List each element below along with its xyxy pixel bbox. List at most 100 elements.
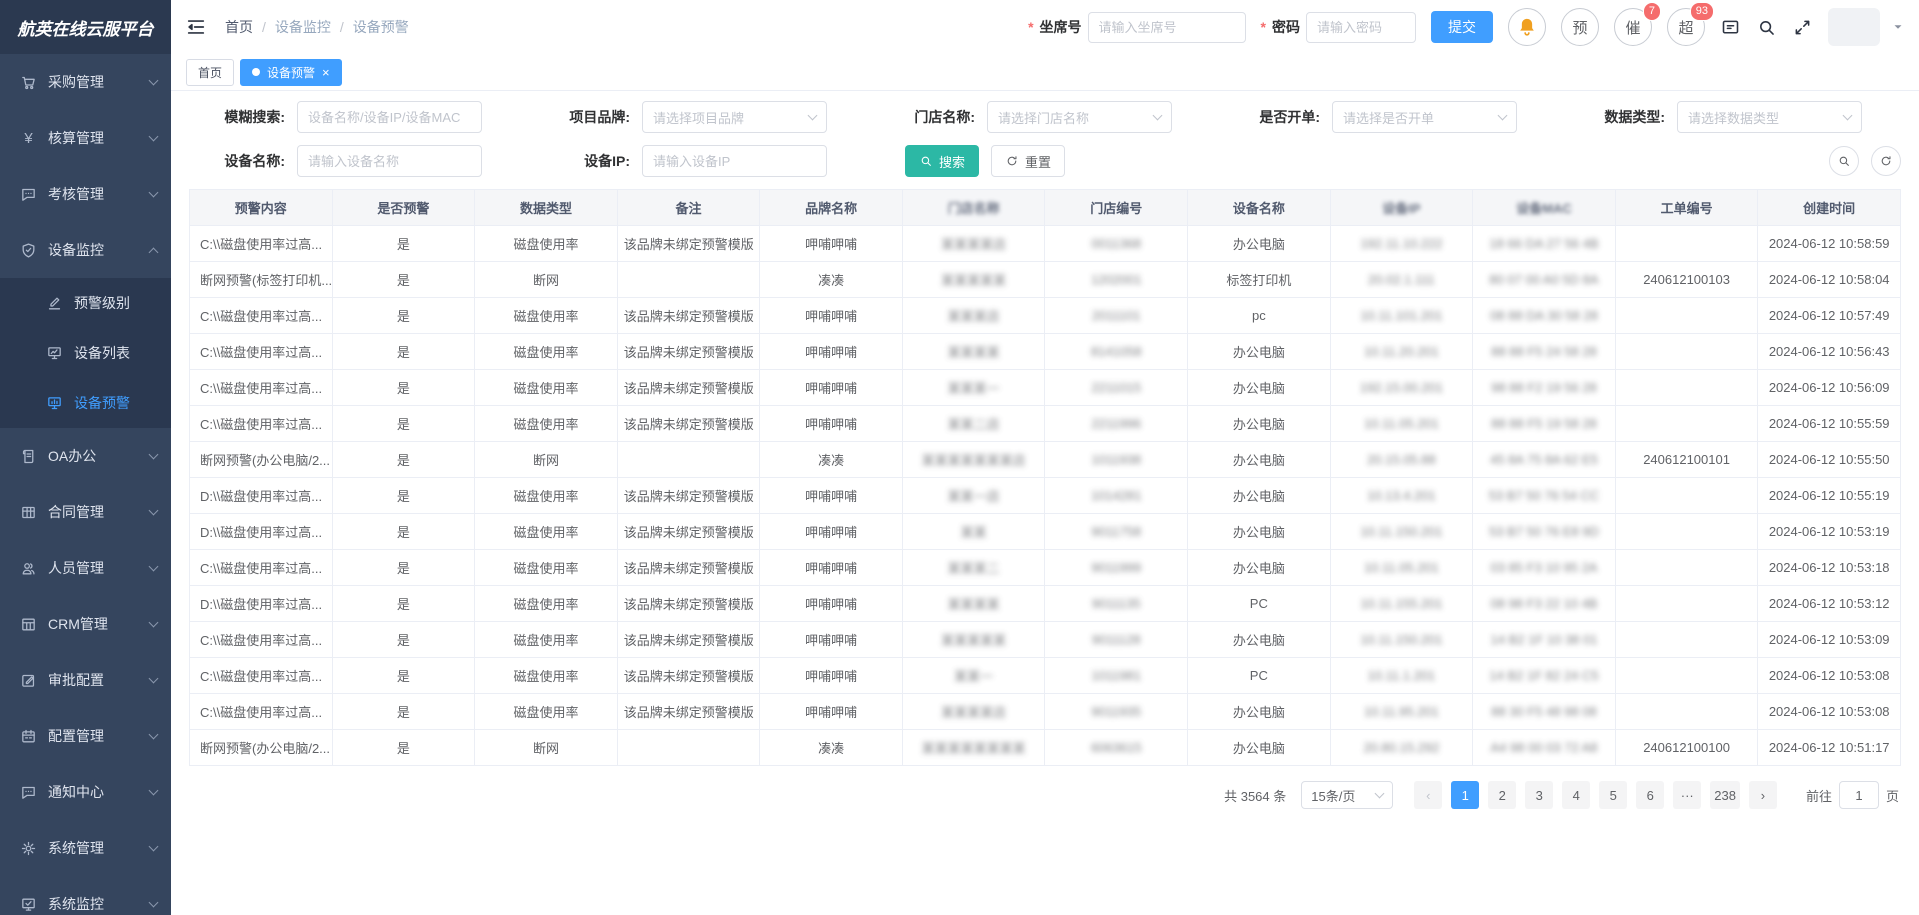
billing-select[interactable]: 请选择是否开单: [1332, 101, 1517, 133]
page-button-5[interactable]: 5: [1599, 781, 1627, 809]
device-ip-input[interactable]: [642, 145, 827, 177]
table-row[interactable]: C:\\磁盘使用率过高...是磁盘使用率该品牌未绑定预警模版呷哺呷哺某某某一22…: [190, 370, 1901, 406]
breadcrumb-item[interactable]: 首页: [225, 17, 253, 37]
table-row[interactable]: C:\\磁盘使用率过高...是磁盘使用率该品牌未绑定预警模版呷哺呷哺某某某某店9…: [190, 694, 1901, 730]
sidebar-item-考核管理[interactable]: 考核管理: [0, 166, 171, 222]
notification-bell-button[interactable]: [1508, 8, 1546, 46]
active-dot-icon: [252, 68, 260, 76]
column-header-设备MAC[interactable]: 设备MAC: [1473, 190, 1616, 226]
page-ellipsis[interactable]: ···: [1673, 781, 1701, 809]
sidebar-item-配置管理[interactable]: 配置管理: [0, 708, 171, 764]
sidebar-item-审批配置[interactable]: 审批配置: [0, 652, 171, 708]
caret-down-icon[interactable]: [1891, 20, 1905, 34]
column-header-是否预警[interactable]: 是否预警: [332, 190, 475, 226]
table-row[interactable]: D:\\磁盘使用率过高...是磁盘使用率该品牌未绑定预警模版呷哺呷哺某某某某90…: [190, 586, 1901, 622]
column-header-备注[interactable]: 备注: [617, 190, 760, 226]
sidebar-subitem-设备预警[interactable]: 设备预警: [0, 378, 171, 428]
column-header-品牌名称[interactable]: 品牌名称: [760, 190, 903, 226]
table-row[interactable]: C:\\磁盘使用率过高...是磁盘使用率该品牌未绑定预警模版呷哺呷哺某某某店20…: [190, 298, 1901, 334]
table-row[interactable]: 断网预警(标签打印机...是断网凑凑某某某某某1202001标签打印机20.02…: [190, 262, 1901, 298]
sidebar-subitem-设备列表[interactable]: 设备列表: [0, 328, 171, 378]
sidebar-item-人员管理[interactable]: 人员管理: [0, 540, 171, 596]
page-size-select[interactable]: 15条/页: [1301, 781, 1393, 809]
password-input[interactable]: [1306, 12, 1416, 43]
tab-首页[interactable]: 首页: [186, 59, 234, 86]
page-button-2[interactable]: 2: [1488, 781, 1516, 809]
brand-select[interactable]: 请选择项目品牌: [642, 101, 827, 133]
password-field-group: * 密码: [1261, 12, 1416, 43]
device-name-input[interactable]: [297, 145, 482, 177]
sidebar-item-CRM管理[interactable]: CRM管理: [0, 596, 171, 652]
data-type-select[interactable]: 请选择数据类型: [1677, 101, 1862, 133]
device-name-label: 设备名称:: [189, 151, 297, 171]
next-page-button[interactable]: ›: [1749, 781, 1777, 809]
refresh-circle-button[interactable]: [1871, 146, 1901, 176]
sidebar-item-设备监控[interactable]: 设备监控: [0, 222, 171, 278]
column-header-预警内容[interactable]: 预警内容: [190, 190, 333, 226]
sidebar-item-系统监控[interactable]: 系统监控: [0, 876, 171, 915]
table-cell-text: 是: [397, 453, 410, 468]
column-header-门店名称[interactable]: 门店名称: [902, 190, 1045, 226]
sidebar-item-合同管理[interactable]: 合同管理: [0, 484, 171, 540]
chevron-down-icon: [808, 110, 818, 120]
table-cell-text: 2024-06-12 10:58:04: [1769, 272, 1890, 287]
breadcrumb-item[interactable]: 设备监控: [275, 17, 331, 37]
prev-page-button[interactable]: ‹: [1414, 781, 1442, 809]
tab-设备预警[interactable]: 设备预警×: [240, 59, 342, 86]
breadcrumb-item[interactable]: 设备预警: [353, 17, 409, 37]
table-row[interactable]: C:\\磁盘使用率过高...是磁盘使用率该品牌未绑定预警模版呷哺呷哺某某一101…: [190, 658, 1901, 694]
table-row[interactable]: C:\\磁盘使用率过高...是磁盘使用率该品牌未绑定预警模版呷哺呷哺某某某某81…: [190, 334, 1901, 370]
column-header-数据类型[interactable]: 数据类型: [475, 190, 618, 226]
page-button-6[interactable]: 6: [1636, 781, 1664, 809]
table-cell-text: 呷哺呷哺: [805, 345, 857, 360]
search-button[interactable]: 搜索: [905, 145, 979, 177]
page-button-1[interactable]: 1: [1451, 781, 1479, 809]
table-row[interactable]: C:\\磁盘使用率过高...是磁盘使用率该品牌未绑定预警模版呷哺呷哺某某某二90…: [190, 550, 1901, 586]
sidebar-item-采购管理[interactable]: 采购管理: [0, 54, 171, 110]
table-row[interactable]: D:\\磁盘使用率过高...是磁盘使用率该品牌未绑定预警模版呷哺呷哺某某一店10…: [190, 478, 1901, 514]
sidebar-item-通知中心[interactable]: 通知中心: [0, 764, 171, 820]
table-cell: 呷哺呷哺: [760, 334, 903, 370]
column-header-门店编号[interactable]: 门店编号: [1045, 190, 1188, 226]
page-button-4[interactable]: 4: [1562, 781, 1590, 809]
sidebar-subitem-label: 设备列表: [74, 343, 157, 363]
column-header-创建时间[interactable]: 创建时间: [1758, 190, 1901, 226]
table-row[interactable]: C:\\磁盘使用率过高...是磁盘使用率该品牌未绑定预警模版呷哺呷哺某某某某某9…: [190, 622, 1901, 658]
sidebar-item-OA办公[interactable]: OA办公: [0, 428, 171, 484]
page-button-3[interactable]: 3: [1525, 781, 1553, 809]
table-row[interactable]: 断网预警(办公电脑/2...是断网凑凑某某某某某某某某6063615办公电脑20…: [190, 730, 1901, 766]
filter-row-1: 模糊搜索: 项目品牌: 请选择项目品牌 门店名称: 请选择门店名称: [189, 101, 1901, 133]
chevron-down-icon: [149, 187, 159, 197]
submit-button[interactable]: 提交: [1431, 11, 1493, 43]
seat-input[interactable]: [1088, 12, 1246, 43]
sidebar-subitem-预警级别[interactable]: 预警级别: [0, 278, 171, 328]
table-row[interactable]: C:\\磁盘使用率过高...是磁盘使用率该品牌未绑定预警模版呷哺呷哺某某二店22…: [190, 406, 1901, 442]
chat-icon[interactable]: [1720, 17, 1741, 38]
avatar[interactable]: [1828, 8, 1880, 46]
column-header-设备IP[interactable]: 设备IP: [1330, 190, 1473, 226]
table-cell-text: 呷哺呷哺: [805, 525, 857, 540]
fuzzy-input[interactable]: [297, 101, 482, 133]
page-button-238[interactable]: 238: [1710, 781, 1740, 809]
sidebar-item-核算管理[interactable]: ¥核算管理: [0, 110, 171, 166]
quick-button-超[interactable]: 超93: [1667, 8, 1705, 46]
table-row[interactable]: 断网预警(办公电脑/2...是断网凑凑某某某某某某某店1011938办公电脑20…: [190, 442, 1901, 478]
table-row[interactable]: D:\\磁盘使用率过高...是磁盘使用率该品牌未绑定预警模版呷哺呷哺某某9011…: [190, 514, 1901, 550]
search-icon[interactable]: [1756, 17, 1777, 38]
menu-fold-icon[interactable]: [185, 16, 207, 38]
fullscreen-icon[interactable]: [1792, 17, 1813, 38]
close-icon[interactable]: ×: [322, 66, 330, 79]
store-select[interactable]: 请选择门店名称: [987, 101, 1172, 133]
zoom-circle-button[interactable]: [1829, 146, 1859, 176]
reset-button[interactable]: 重置: [991, 145, 1065, 177]
goto-page-input[interactable]: [1839, 781, 1879, 809]
column-header-设备名称[interactable]: 设备名称: [1188, 190, 1331, 226]
column-header-工单编号[interactable]: 工单编号: [1615, 190, 1758, 226]
table-cell: 88 88 F5 19 58 28: [1473, 406, 1616, 442]
table-row[interactable]: C:\\磁盘使用率过高...是磁盘使用率该品牌未绑定预警模版呷哺呷哺某某某某店0…: [190, 226, 1901, 262]
quick-button-预[interactable]: 预: [1561, 8, 1599, 46]
quick-button-催[interactable]: 催7: [1614, 8, 1652, 46]
filter-store: 门店名称: 请选择门店名称: [879, 101, 1224, 133]
sidebar-item-系统管理[interactable]: 系统管理: [0, 820, 171, 876]
table-cell: 呷哺呷哺: [760, 406, 903, 442]
